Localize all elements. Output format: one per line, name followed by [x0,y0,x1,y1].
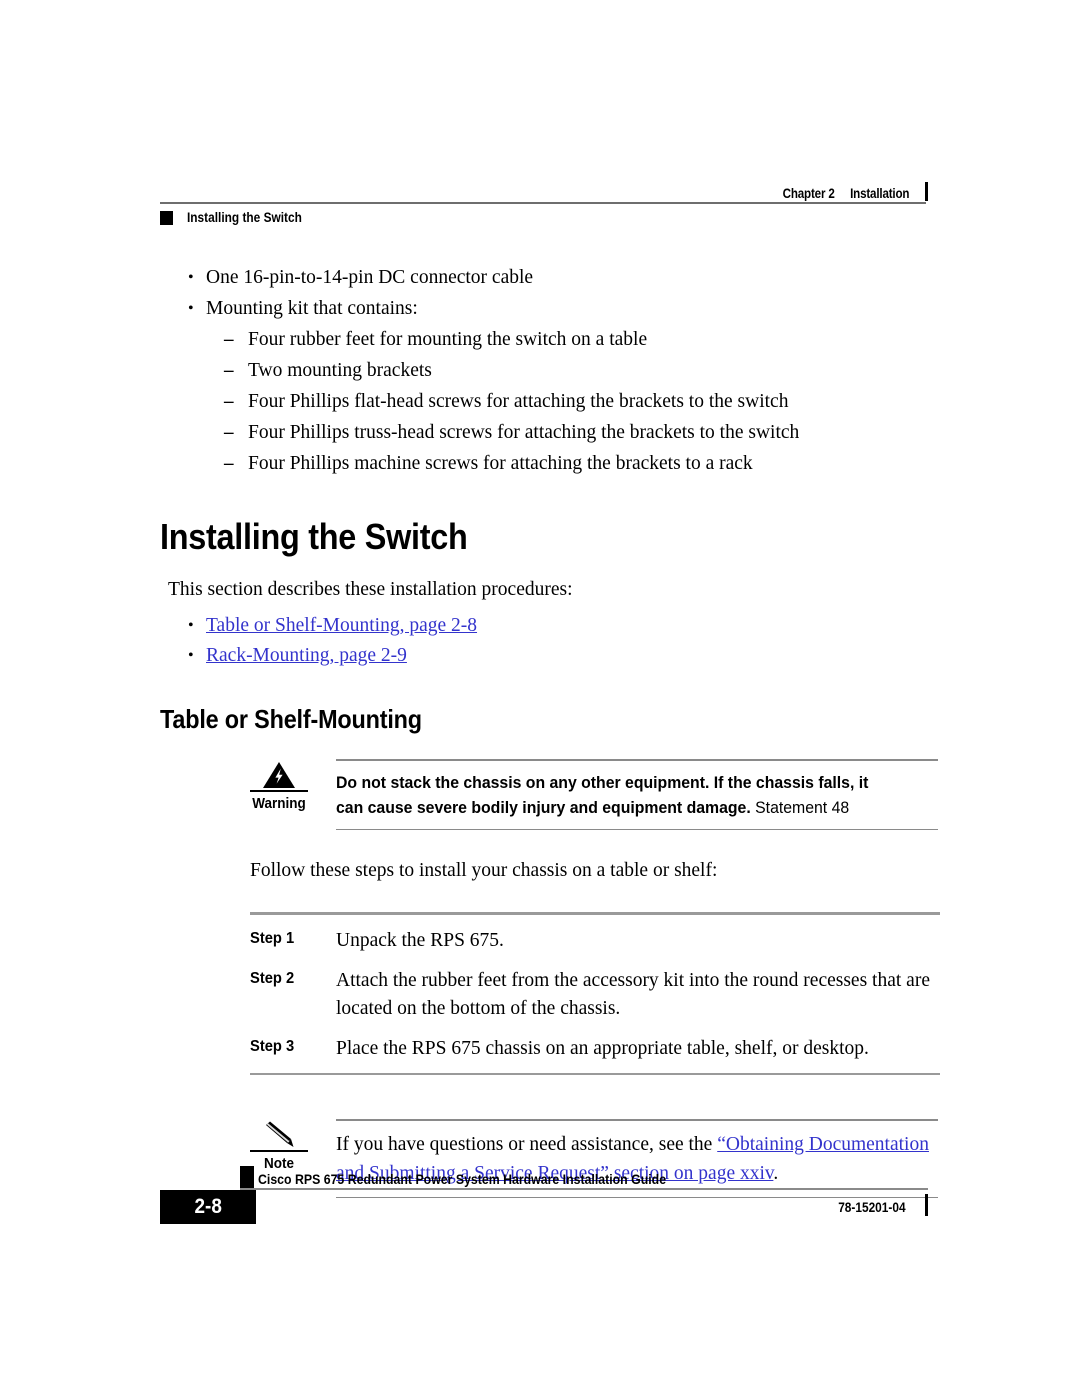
footer-edge-tick [925,1194,928,1216]
list-item: Mounting kit that contains: [160,293,928,324]
warning-icon-underline [250,790,308,793]
footer-square-marker-icon [240,1166,254,1188]
step-label: Step 1 [250,929,295,947]
accessory-kit-sublist: Four rubber feet for mounting the switch… [160,324,928,479]
header-chapter-row: Chapter 2 Installation [160,182,928,201]
list-item: Rack-Mounting, page 2-9 [160,641,928,671]
warning-message: Do not stack the chassis on any other eq… [336,770,896,820]
step-text: Unpack the RPS 675. [336,929,504,951]
xref-link-table-or-shelf-mounting[interactable]: Table or Shelf-Mounting, page 2-8 [206,615,477,636]
warning-label: Warning [252,795,306,813]
header-chapter-label: Chapter 2 [782,186,835,201]
warning-gutter: Warning [242,759,316,812]
warning-text-container: Do not stack the chassis on any other eq… [336,761,938,829]
procedure-steps: Step 1 Unpack the RPS 675. Step 2 Attach… [250,912,940,1076]
steps-top-rule [250,912,940,915]
note-text-before: If you have questions or need assistance… [336,1133,718,1155]
step-row: Step 3 Place the RPS 675 chassis on an a… [250,1035,940,1063]
page-content: One 16-pin-to-14-pin DC connector cable … [160,262,940,1199]
document-page: Chapter 2 Installation Installing the Swi… [0,0,1080,1397]
pencil-icon [242,1119,316,1149]
subsection-heading-table-or-shelf-mounting: Table or Shelf-Mounting [160,703,422,734]
step-text: Place the RPS 675 chassis on an appropri… [336,1037,869,1059]
list-item: Four rubber feet for mounting the switch… [160,324,928,355]
warning-statement-text: Statement 48 [755,797,850,817]
header-divider [160,202,926,204]
steps-bottom-rule [250,1072,940,1076]
list-item: Four Phillips machine screws for attachi… [160,448,928,479]
footer-page-number-box: 2-8 [160,1190,256,1224]
header-running-section: Installing the Switch [187,210,302,225]
cross-reference-list: Table or Shelf-Mounting, page 2-8 Rack-M… [160,611,928,671]
procedure-intro-paragraph: Follow these steps to install your chass… [250,860,718,882]
list-item: Table or Shelf-Mounting, page 2-8 [160,611,928,641]
step-row: Step 1 Unpack the RPS 675. [250,927,940,955]
list-item: Four Phillips truss-head screws for atta… [160,417,928,448]
warning-admonition: Warning Do not stack the chassis on any … [160,759,938,831]
list-item: Two mounting brackets [160,355,928,386]
xref-link-rack-mounting[interactable]: Rack-Mounting, page 2-9 [206,645,407,666]
header-edge-tick [925,182,928,201]
footer-bottom-row: 2-8 78-15201-04 [160,1188,928,1226]
warning-body: Do not stack the chassis on any other eq… [336,759,938,831]
section-heading-installing-the-switch: Installing the Switch [160,516,468,557]
warning-bottom-rule [336,828,938,831]
page-header: Chapter 2 Installation Installing the Swi… [160,182,928,229]
footer-guide-title: Cisco RPS 675 Redundant Power System Har… [258,1171,667,1187]
accessory-kit-list: One 16-pin-to-14-pin DC connector cable … [160,262,928,324]
header-chapter-text: Chapter 2 Installation [782,186,909,201]
page-footer: Cisco RPS 675 Redundant Power System Har… [160,1163,928,1226]
step-label: Step 3 [250,1037,295,1055]
header-square-bullet-icon [160,210,173,225]
footer-page-number: 2-8 [194,1195,222,1218]
warning-triangle-lightning-icon [242,759,316,789]
list-item: Four Phillips flat-head screws for attac… [160,386,928,417]
section-intro-paragraph: This section describes these installatio… [168,578,573,600]
note-icon-underline [250,1150,308,1153]
step-text: Attach the rubber feet from the accessor… [336,969,930,1019]
footer-title-row: Cisco RPS 675 Redundant Power System Har… [160,1163,928,1188]
footer-document-number: 78-15201-04 [838,1200,906,1215]
warning-statement-number: Statement 48 [751,798,849,817]
step-row: Step 2 Attach the rubber feet from the a… [250,967,940,1023]
header-chapter-section: Installation [849,186,909,201]
header-section-row: Installing the Switch [160,207,928,229]
step-label: Step 2 [250,969,295,987]
list-item: One 16-pin-to-14-pin DC connector cable [160,262,928,293]
